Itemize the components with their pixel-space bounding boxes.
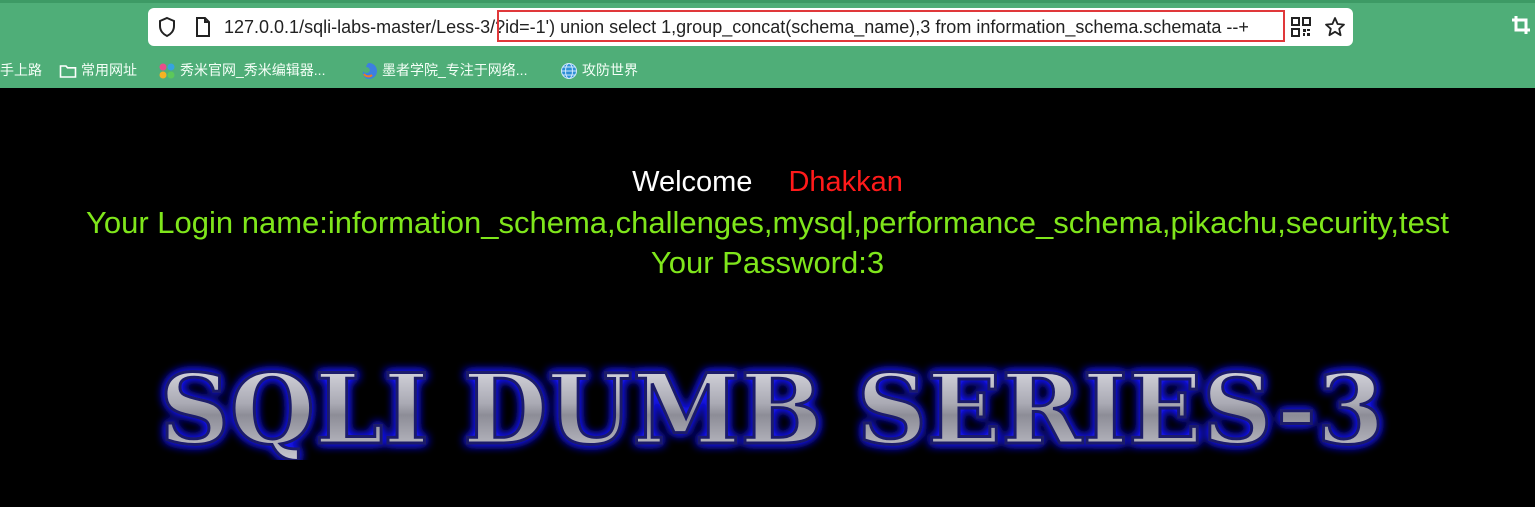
bookmark-label: 秀米官网_秀米编辑器... xyxy=(180,62,326,78)
bookmark-item[interactable]: 秀米官网_秀米编辑器... xyxy=(158,56,325,84)
qr-code-icon[interactable] xyxy=(1290,16,1312,38)
address-bar[interactable]: 127.0.0.1/sqli-labs-master/Less-3/?id=-1… xyxy=(148,8,1353,46)
welcome-text: Welcome xyxy=(632,166,753,198)
series-banner-image: SQLI DUMB SERIES-3 xyxy=(158,355,1386,460)
bookmark-label: 墨者学院_专注于网络... xyxy=(382,62,528,78)
browser-toolbar: 127.0.0.1/sqli-labs-master/Less-3/?id=-1… xyxy=(0,0,1535,88)
shield-icon[interactable] xyxy=(156,16,178,38)
banner-text: SQLI DUMB SERIES-3 xyxy=(160,355,1385,460)
bookmark-label: 常用网址 xyxy=(81,62,137,78)
login-name-result: Your Login name:information_schema,chall… xyxy=(86,205,1449,240)
tab-strip-edge xyxy=(0,0,1535,3)
bookmark-folder[interactable]: 常用网址 xyxy=(59,56,137,84)
crop-icon[interactable] xyxy=(1510,14,1532,36)
bookmarks-bar: 手上路 常用网址 秀米官网_秀米编辑器... 墨者学院_专注于网络... 攻防世… xyxy=(0,56,1535,84)
xiumi-icon xyxy=(159,63,175,79)
page-icon[interactable] xyxy=(192,16,214,38)
bookmark-label: 攻防世界 xyxy=(582,62,638,78)
password-result: Your Password:3 xyxy=(650,245,885,280)
url-base: 127.0.0.1/sqli-labs-master/Less-3/ xyxy=(224,17,496,37)
url-query: ?id=-1') union select 1,group_concat(sch… xyxy=(495,17,1249,37)
bookmark-item[interactable]: 攻防世界 xyxy=(560,56,638,84)
url-input[interactable]: 127.0.0.1/sqli-labs-master/Less-3/?id=-1… xyxy=(224,8,1249,46)
welcome-line: Welcome Dhakkan xyxy=(0,163,1535,201)
star-icon[interactable] xyxy=(1324,16,1346,38)
globe-icon xyxy=(561,63,577,80)
folder-icon xyxy=(59,65,77,79)
bookmark-item[interactable]: 手上路 xyxy=(0,56,42,84)
mozhe-icon xyxy=(362,63,377,80)
bookmark-label: 手上路 xyxy=(0,62,42,78)
user-name: Dhakkan xyxy=(788,166,903,198)
bookmark-item[interactable]: 墨者学院_专注于网络... xyxy=(360,56,527,84)
